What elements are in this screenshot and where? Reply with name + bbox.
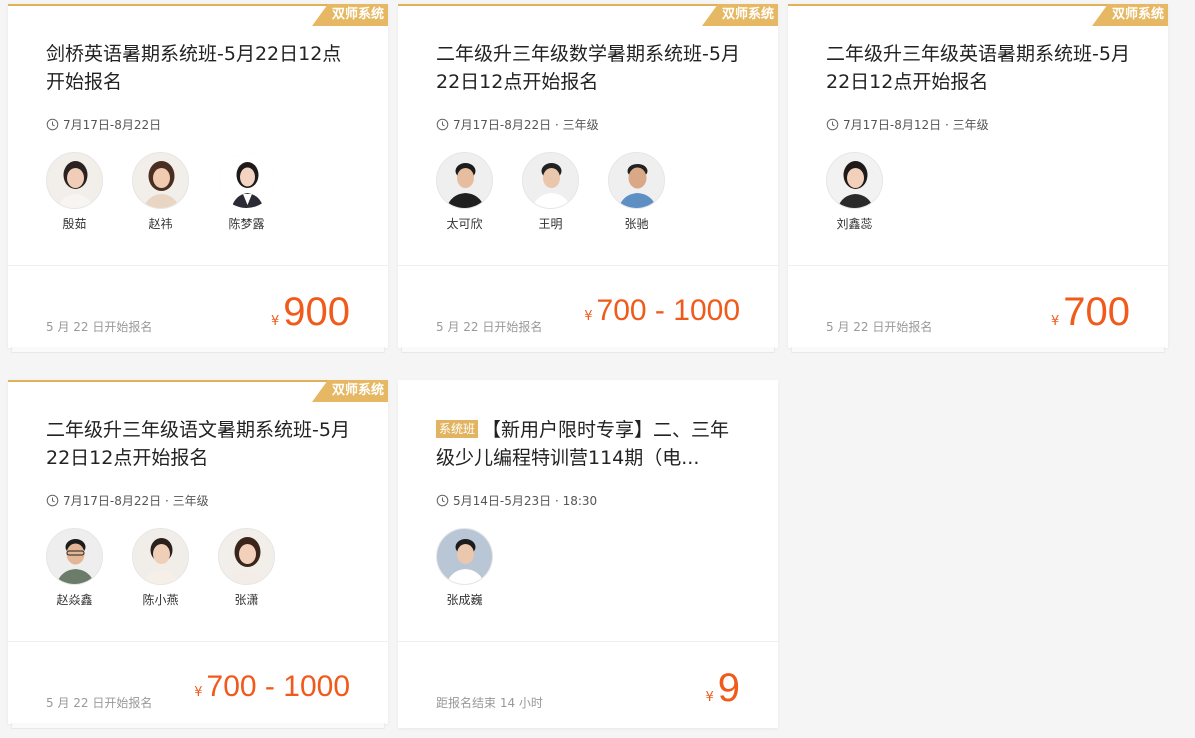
teacher-name: 张潇	[234, 593, 259, 607]
teacher[interactable]: 陈梦露	[218, 152, 304, 232]
card-divider	[8, 265, 388, 266]
teacher-list: 张成巍	[436, 528, 522, 608]
course-schedule: 7月17日-8月22日 · 三年级	[436, 116, 599, 133]
teacher-avatar	[436, 528, 493, 585]
teacher[interactable]: 赵祎	[132, 152, 218, 232]
schedule-text: 7月17日-8月22日 · 三年级	[63, 494, 209, 508]
course-schedule: 7月17日-8月22日	[46, 116, 161, 133]
clock-icon	[46, 494, 59, 507]
course-title[interactable]: 二年级升三年级数学暑期系统班-5月22日12点开始报名	[436, 40, 746, 96]
schedule-text: 7月17日-8月22日	[63, 118, 162, 132]
teacher-name: 陈小燕	[142, 593, 179, 607]
teacher-name: 陈梦露	[228, 217, 265, 231]
teacher-avatar	[608, 152, 665, 209]
teacher-avatar	[218, 528, 275, 585]
teacher-list: 赵焱鑫 陈小燕 张潇	[46, 528, 304, 608]
clock-icon	[436, 118, 449, 131]
course-price: ¥ 700	[1051, 290, 1130, 335]
teacher-avatar	[46, 528, 103, 585]
course-card[interactable]: 双师系统 二年级升三年级英语暑期系统班-5月22日12点开始报名 7月17日-8…	[788, 4, 1168, 353]
clock-icon	[436, 494, 449, 507]
teacher-name: 刘鑫蕊	[836, 217, 873, 231]
card-divider	[8, 641, 388, 642]
schedule-text: 7月17日-8月12日 · 三年级	[843, 118, 989, 132]
teacher[interactable]: 太可欣	[436, 152, 522, 232]
course-card[interactable]: 双师系统 剑桥英语暑期系统班-5月22日12点开始报名 7月17日-8月22日 …	[8, 4, 388, 353]
teacher-avatar	[132, 152, 189, 209]
teacher[interactable]: 陈小燕	[132, 528, 218, 608]
course-price: ¥ 9	[705, 666, 740, 711]
price-value: 900	[283, 290, 350, 334]
enrollment-countdown: 距报名结束 14 小时	[436, 696, 543, 710]
course-card[interactable]: 系统班 【新用户限时专享】二、三年级少儿编程特训营114期（电... 5月14日-…	[398, 380, 778, 728]
dual-teacher-badge: 双师系统	[701, 4, 778, 26]
teacher-name: 太可欣	[446, 217, 483, 231]
course-title[interactable]: 二年级升三年级英语暑期系统班-5月22日12点开始报名	[826, 40, 1136, 96]
teacher-avatar	[436, 152, 493, 209]
currency-symbol: ¥	[194, 685, 203, 700]
teacher-avatar	[522, 152, 579, 209]
currency-symbol: ¥	[705, 690, 714, 705]
course-price: ¥ 700 - 1000	[194, 670, 350, 704]
teacher-avatar	[132, 528, 189, 585]
dual-teacher-badge: 双师系统	[1091, 4, 1168, 26]
course-schedule: 7月17日-8月22日 · 三年级	[46, 492, 209, 509]
course-card[interactable]: 双师系统 二年级升三年级语文暑期系统班-5月22日12点开始报名 7月17日-8…	[8, 380, 388, 729]
schedule-text: 7月17日-8月22日 · 三年级	[453, 118, 599, 132]
teacher-name: 张成巍	[446, 593, 483, 607]
price-value: 700 - 1000	[206, 670, 350, 703]
course-title[interactable]: 剑桥英语暑期系统班-5月22日12点开始报名	[46, 40, 356, 96]
card-divider	[398, 265, 778, 266]
course-title[interactable]: 系统班 【新用户限时专享】二、三年级少儿编程特训营114期（电...	[436, 416, 746, 472]
teacher-name: 赵焱鑫	[56, 593, 93, 607]
clock-icon	[46, 118, 59, 131]
teacher[interactable]: 张成巍	[436, 528, 522, 608]
teacher-avatar	[826, 152, 883, 209]
enrollment-note: 5 月 22 日开始报名	[46, 696, 153, 710]
dual-teacher-badge: 双师系统	[311, 380, 388, 402]
teacher[interactable]: 赵焱鑫	[46, 528, 132, 608]
course-card[interactable]: 双师系统 二年级升三年级数学暑期系统班-5月22日12点开始报名 7月17日-8…	[398, 4, 778, 353]
currency-symbol: ¥	[584, 309, 593, 324]
course-schedule: 5月14日-5月23日 · 18:30	[436, 492, 597, 509]
price-value: 9	[717, 666, 740, 710]
teacher-name: 张驰	[624, 217, 649, 231]
card-divider	[398, 641, 778, 642]
currency-symbol: ¥	[1050, 314, 1060, 329]
currency-symbol: ¥	[270, 314, 280, 329]
enrollment-note: 5 月 22 日开始报名	[436, 320, 543, 334]
system-class-tag: 系统班	[436, 420, 479, 438]
teacher-list: 殷茹 赵祎 陈梦露	[46, 152, 304, 232]
enrollment-note: 5 月 22 日开始报名	[826, 320, 933, 334]
teacher[interactable]: 张驰	[608, 152, 694, 232]
course-title[interactable]: 二年级升三年级语文暑期系统班-5月22日12点开始报名	[46, 416, 356, 472]
clock-icon	[826, 118, 839, 131]
teacher-list: 太可欣 王明 张驰	[436, 152, 694, 232]
card-divider	[788, 265, 1168, 266]
teacher-list: 刘鑫蕊	[826, 152, 912, 232]
dual-teacher-badge: 双师系统	[311, 4, 388, 26]
teacher[interactable]: 王明	[522, 152, 608, 232]
course-price: ¥ 900	[271, 290, 350, 335]
course-price: ¥ 700 - 1000	[584, 294, 740, 328]
teacher[interactable]: 刘鑫蕊	[826, 152, 912, 232]
teacher-name: 王明	[538, 217, 563, 231]
teacher[interactable]: 张潇	[218, 528, 304, 608]
teacher[interactable]: 殷茹	[46, 152, 132, 232]
teacher-name: 殷茹	[62, 217, 87, 231]
teacher-avatar	[218, 152, 275, 209]
price-value: 700	[1063, 290, 1130, 334]
enrollment-note: 5 月 22 日开始报名	[46, 320, 153, 334]
course-schedule: 7月17日-8月12日 · 三年级	[826, 116, 989, 133]
price-value: 700 - 1000	[596, 294, 740, 327]
course-title-text: 【新用户限时专享】二、三年级少儿编程特训营114期（电...	[436, 419, 730, 469]
teacher-name: 赵祎	[148, 217, 173, 231]
schedule-text: 5月14日-5月23日 · 18:30	[453, 494, 598, 508]
teacher-avatar	[46, 152, 103, 209]
